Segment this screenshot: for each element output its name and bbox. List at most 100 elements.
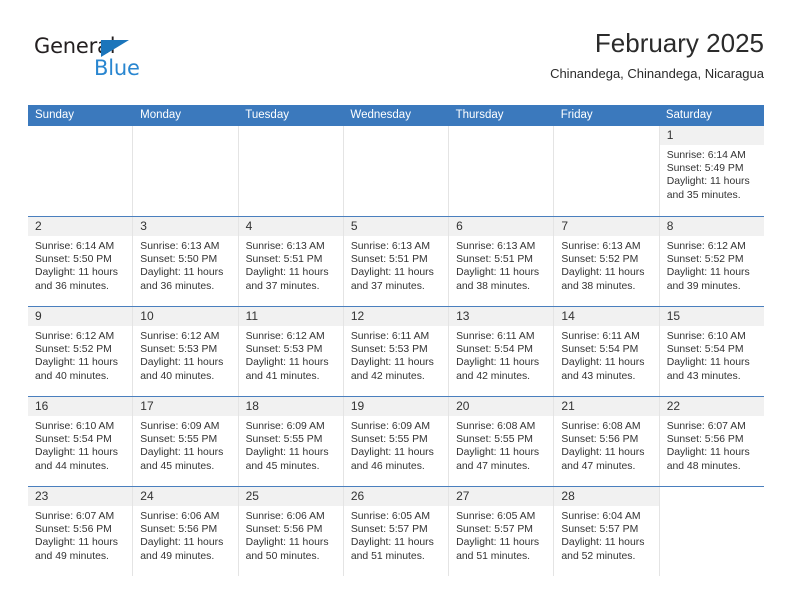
daylight-text: Daylight: 11 hours [245, 447, 329, 459]
daylight-text: and 42 minutes. [456, 370, 531, 382]
day-cell-27[interactable]: 27 Sunrise: 6:05 AM Sunset: 5:57 PM Dayligh… [449, 487, 555, 576]
day-number: 22 [659, 397, 764, 416]
daylight-text: and 44 minutes. [35, 460, 109, 472]
day-cell-26[interactable]: 26 Sunrise: 6:05 AM Sunset: 5:57 PM Dayligh… [343, 487, 450, 576]
day-cell-14[interactable]: 14 Sunrise: 6:11 AM Sunset: 5:54 PM Dayligh… [554, 307, 660, 396]
day-cell-18[interactable]: 18 Sunrise: 6:09 AM Sunset: 5:55 PM Dayligh… [238, 397, 344, 486]
day-cell-10[interactable]: 10 Sunrise: 6:12 AM Sunset: 5:53 PM Dayligh… [133, 307, 239, 396]
day-details: Sunrise: 6:06 AM Sunset: 5:56 PM Daylight:… [239, 506, 343, 563]
day-details: Sunrise: 6:11 AM Sunset: 5:54 PM Daylight:… [449, 326, 553, 383]
day-number: 14 [554, 307, 659, 326]
day-cell-6[interactable]: 6 Sunrise: 6:13 AM Sunset: 5:51 PM Daylight… [449, 217, 555, 306]
day-cell-11[interactable]: 11 Sunrise: 6:12 AM Sunset: 5:53 PM Dayligh… [238, 307, 344, 396]
day-details: Sunrise: 6:11 AM Sunset: 5:53 PM Daylight:… [344, 326, 448, 383]
sunset-text: Sunset: 5:52 PM [666, 254, 744, 266]
sunset-text: Sunset: 5:55 PM [245, 434, 323, 446]
day-cell-7[interactable]: 7 Sunrise: 6:13 AM Sunset: 5:52 PM Daylight… [554, 217, 660, 306]
day-cell-12[interactable]: 12 Sunrise: 6:11 AM Sunset: 5:53 PM Dayligh… [343, 307, 450, 396]
sunset-text: Sunset: 5:55 PM [456, 434, 533, 446]
day-details: Sunrise: 6:12 AM Sunset: 5:52 PM Daylight:… [660, 236, 764, 293]
day-cell-16[interactable]: 16 Sunrise: 6:10 AM Sunset: 5:54 PM Dayligh… [28, 397, 134, 486]
daylight-text: and 38 minutes. [456, 280, 531, 292]
day-cell-1[interactable]: 1 Sunrise: 6:14 AM Sunset: 5:49 PM Daylight… [659, 126, 764, 216]
calendar-week-row: 16 Sunrise: 6:10 AM Sunset: 5:54 PM Dayligh… [28, 396, 764, 486]
day-cell-28[interactable]: 28 Sunrise: 6:04 AM Sunset: 5:57 PM Dayligh… [554, 487, 660, 576]
daylight-text: Daylight: 11 hours [35, 357, 118, 369]
sunset-text: Sunset: 5:57 PM [561, 524, 639, 536]
day-number: 1 [659, 126, 764, 145]
day-cell-3[interactable]: 3 Sunrise: 6:13 AM Sunset: 5:50 PM Daylight… [133, 217, 239, 306]
daylight-text: Daylight: 11 hours [561, 267, 645, 279]
day-details: Sunrise: 6:09 AM Sunset: 5:55 PM Daylight:… [239, 416, 343, 473]
sunrise-text: Sunrise: 6:11 AM [456, 331, 535, 342]
sunrise-text: Sunrise: 6:14 AM [666, 150, 746, 161]
daylight-text: Daylight: 11 hours [561, 447, 645, 459]
sunrise-text: Sunrise: 6:12 AM [35, 331, 115, 342]
day-cell-13[interactable]: 13 Sunrise: 6:11 AM Sunset: 5:54 PM Dayligh… [449, 307, 555, 396]
day-cell-24[interactable]: 24 Sunrise: 6:06 AM Sunset: 5:56 PM Dayligh… [133, 487, 239, 576]
day-cell-8[interactable]: 8 Sunrise: 6:12 AM Sunset: 5:52 PM Daylight… [659, 217, 764, 306]
day-cell-25[interactable]: 25 Sunrise: 6:06 AM Sunset: 5:56 PM Dayligh… [238, 487, 344, 576]
day-number: 8 [659, 217, 764, 236]
day-cell-4[interactable]: 4 Sunrise: 6:13 AM Sunset: 5:51 PM Daylight… [238, 217, 344, 306]
sunrise-text: Sunrise: 6:06 AM [140, 511, 220, 522]
day-details: Sunrise: 6:09 AM Sunset: 5:55 PM Daylight:… [344, 416, 448, 473]
daylight-text: and 41 minutes. [245, 370, 320, 382]
sunset-text: Sunset: 5:53 PM [140, 344, 218, 356]
day-details: Sunrise: 6:05 AM Sunset: 5:57 PM Daylight:… [449, 506, 553, 563]
page-header: General Blue February 2025 Chinandega, C… [28, 26, 764, 98]
sunset-text: Sunset: 5:56 PM [666, 434, 744, 446]
daylight-text: Daylight: 11 hours [350, 447, 434, 459]
daylight-text: and 35 minutes. [666, 189, 741, 201]
sunset-text: Sunset: 5:51 PM [350, 254, 428, 266]
daylight-text: and 39 minutes. [666, 280, 741, 292]
day-cell-23[interactable]: 23 Sunrise: 6:07 AM Sunset: 5:56 PM Dayligh… [28, 487, 134, 576]
page-subtitle: Chinandega, Chinandega, Nicaragua [550, 66, 764, 81]
daylight-text: Daylight: 11 hours [561, 537, 645, 549]
daylight-text: and 47 minutes. [561, 460, 636, 472]
day-cell-15[interactable]: 15 Sunrise: 6:10 AM Sunset: 5:54 PM Dayligh… [659, 307, 764, 396]
day-number [660, 487, 764, 506]
daylight-text: Daylight: 11 hours [456, 357, 540, 369]
sunrise-text: Sunrise: 6:11 AM [561, 331, 640, 342]
sunset-text: Sunset: 5:55 PM [350, 434, 428, 446]
day-number: 25 [238, 487, 343, 506]
weekday-header-tuesday: Tuesday [245, 109, 289, 121]
day-cell-22[interactable]: 22 Sunrise: 6:07 AM Sunset: 5:56 PM Dayligh… [659, 397, 764, 486]
day-details: Sunrise: 6:10 AM Sunset: 5:54 PM Daylight:… [660, 326, 764, 383]
day-cell-19[interactable]: 19 Sunrise: 6:09 AM Sunset: 5:55 PM Dayligh… [343, 397, 450, 486]
daylight-text: and 52 minutes. [561, 550, 636, 562]
day-cell-9[interactable]: 9 Sunrise: 6:12 AM Sunset: 5:52 PM Daylight… [28, 307, 134, 396]
sunrise-text: Sunrise: 6:14 AM [35, 241, 115, 252]
day-number [344, 126, 448, 145]
calendar-weeks: 1 Sunrise: 6:14 AM Sunset: 5:49 PM Daylight… [28, 126, 764, 576]
day-cell-5[interactable]: 5 Sunrise: 6:13 AM Sunset: 5:51 PM Daylight… [343, 217, 450, 306]
day-cell-2[interactable]: 2 Sunrise: 6:14 AM Sunset: 5:50 PM Daylight… [28, 217, 134, 306]
day-number: 5 [343, 217, 449, 236]
sunset-text: Sunset: 5:53 PM [245, 344, 323, 356]
calendar-week-row: 2 Sunrise: 6:14 AM Sunset: 5:50 PM Daylight… [28, 216, 764, 306]
weekday-header-wednesday: Wednesday [350, 109, 411, 121]
sunrise-text: Sunrise: 6:08 AM [456, 421, 536, 432]
day-cell-20[interactable]: 20 Sunrise: 6:08 AM Sunset: 5:55 PM Dayligh… [449, 397, 555, 486]
sunrise-text: Sunrise: 6:09 AM [245, 421, 325, 432]
day-number: 18 [238, 397, 343, 416]
calendar-week-row: 1 Sunrise: 6:14 AM Sunset: 5:49 PM Daylight… [28, 126, 764, 216]
sunset-text: Sunset: 5:56 PM [561, 434, 639, 446]
daylight-text: Daylight: 11 hours [456, 537, 540, 549]
day-details: Sunrise: 6:14 AM Sunset: 5:50 PM Daylight:… [28, 236, 132, 293]
daylight-text: Daylight: 11 hours [666, 267, 750, 279]
day-cell-21[interactable]: 21 Sunrise: 6:08 AM Sunset: 5:56 PM Dayligh… [554, 397, 660, 486]
sunset-text: Sunset: 5:56 PM [245, 524, 323, 536]
sunrise-text: Sunrise: 6:12 AM [140, 331, 220, 342]
day-number: 16 [28, 397, 133, 416]
weekday-header-friday: Friday [560, 109, 593, 121]
daylight-text: and 46 minutes. [350, 460, 425, 472]
day-cell-17[interactable]: 17 Sunrise: 6:09 AM Sunset: 5:55 PM Dayligh… [133, 397, 239, 486]
day-details: Sunrise: 6:08 AM Sunset: 5:55 PM Daylight:… [449, 416, 553, 473]
general-blue-logo[interactable]: General Blue [34, 34, 214, 90]
daylight-text: and 43 minutes. [666, 370, 741, 382]
day-number: 10 [133, 307, 238, 326]
sunrise-text: Sunrise: 6:10 AM [35, 421, 115, 432]
day-cell-empty [28, 126, 134, 216]
